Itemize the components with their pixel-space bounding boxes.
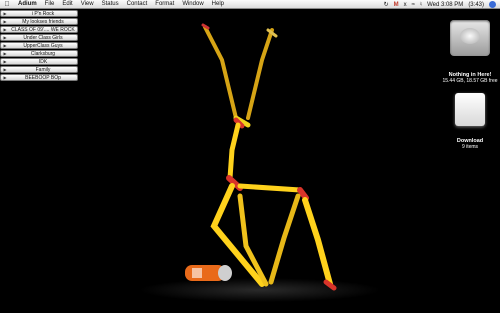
menu-status[interactable]: Status xyxy=(98,0,123,9)
buddy-group[interactable]: ▶ i P'n Rock xyxy=(0,10,78,17)
hard-drive-info: 15.44 GB, 18.57 GB free xyxy=(442,78,498,84)
menu-help[interactable]: Help xyxy=(208,0,228,9)
menu-bar:  Adium File Edit View Status Contact Fo… xyxy=(0,0,500,9)
disclosure-triangle-icon[interactable]: ▶ xyxy=(1,35,9,40)
disclosure-triangle-icon[interactable]: ▶ xyxy=(1,19,9,24)
buddy-group[interactable]: ▶ CLASS OF 09'.... WE ROCK xyxy=(0,26,78,33)
status-menus: ↻ M х ≈ ♮ Wed 3:08 PM (3:43) xyxy=(384,0,496,9)
volume-icon[interactable]: ♮ xyxy=(420,1,422,8)
clock[interactable]: Wed 3:08 PM xyxy=(427,2,463,8)
buddy-group[interactable]: ▶ Under Class Girls xyxy=(0,34,78,41)
buddy-group[interactable]: ▶ Clarksburg xyxy=(0,50,78,57)
menu-window[interactable]: Window xyxy=(178,0,207,9)
download-info: 9 items xyxy=(461,144,479,150)
disclosure-triangle-icon[interactable]: ▶ xyxy=(1,27,9,32)
hard-drive-icon xyxy=(450,20,490,56)
bluetooth-icon[interactable]: х xyxy=(404,2,407,8)
menu-format[interactable]: Format xyxy=(151,0,178,9)
buddy-group[interactable]: ▶ BEEBOOP BOp xyxy=(0,74,78,81)
menu-file[interactable]: File xyxy=(41,0,59,9)
group-label: Under Class Girls xyxy=(23,34,63,41)
group-label: i P'n Rock xyxy=(31,10,55,17)
disclosure-triangle-icon[interactable]: ▶ xyxy=(1,51,9,56)
download-desktop-icon[interactable]: Download 9 items xyxy=(442,93,498,150)
soda-can xyxy=(185,265,232,281)
buddy-list: ▶ i P'n Rock ▶ My lookses friends ▶ CLASS O… xyxy=(0,10,78,82)
group-label: IDK xyxy=(38,58,48,65)
buddy-group[interactable]: ▶ Family xyxy=(0,66,78,73)
buddy-group[interactable]: ▶ UpperClass Guys xyxy=(0,42,78,49)
sync-icon[interactable]: ↻ xyxy=(384,1,389,8)
group-label: BEEBOOP BOp xyxy=(25,74,61,81)
apple-menu-icon[interactable]:  xyxy=(0,1,14,8)
folder-box-icon xyxy=(455,93,485,126)
hard-drive-desktop-icon[interactable]: Nothing in Here! 15.44 GB, 18.57 GB free xyxy=(440,14,500,84)
menu-contact[interactable]: Contact xyxy=(123,0,152,9)
menu-view[interactable]: View xyxy=(77,0,98,9)
gmail-notifier-icon[interactable]: M xyxy=(394,2,399,8)
buddy-group[interactable]: ▶ My lookses friends xyxy=(0,18,78,25)
group-label: My lookses friends xyxy=(22,18,64,25)
wifi-icon[interactable]: ≈ xyxy=(412,2,415,8)
disclosure-triangle-icon[interactable]: ▶ xyxy=(1,11,9,16)
menu-app-adium[interactable]: Adium xyxy=(14,0,41,9)
disclosure-triangle-icon[interactable]: ▶ xyxy=(1,59,9,64)
menu-edit[interactable]: Edit xyxy=(58,0,76,9)
disclosure-triangle-icon[interactable]: ▶ xyxy=(1,43,9,48)
group-label: CLASS OF 09'.... WE ROCK xyxy=(11,26,75,33)
disclosure-triangle-icon[interactable]: ▶ xyxy=(1,75,9,80)
buddy-group[interactable]: ▶ IDK xyxy=(0,58,78,65)
spotlight-icon[interactable] xyxy=(489,1,496,8)
group-label: Clarksburg xyxy=(30,50,56,57)
group-label: UpperClass Guys xyxy=(23,42,63,49)
group-label: Family xyxy=(35,66,51,73)
disclosure-triangle-icon[interactable]: ▶ xyxy=(1,67,9,72)
battery-status[interactable]: (3:43) xyxy=(468,2,484,8)
